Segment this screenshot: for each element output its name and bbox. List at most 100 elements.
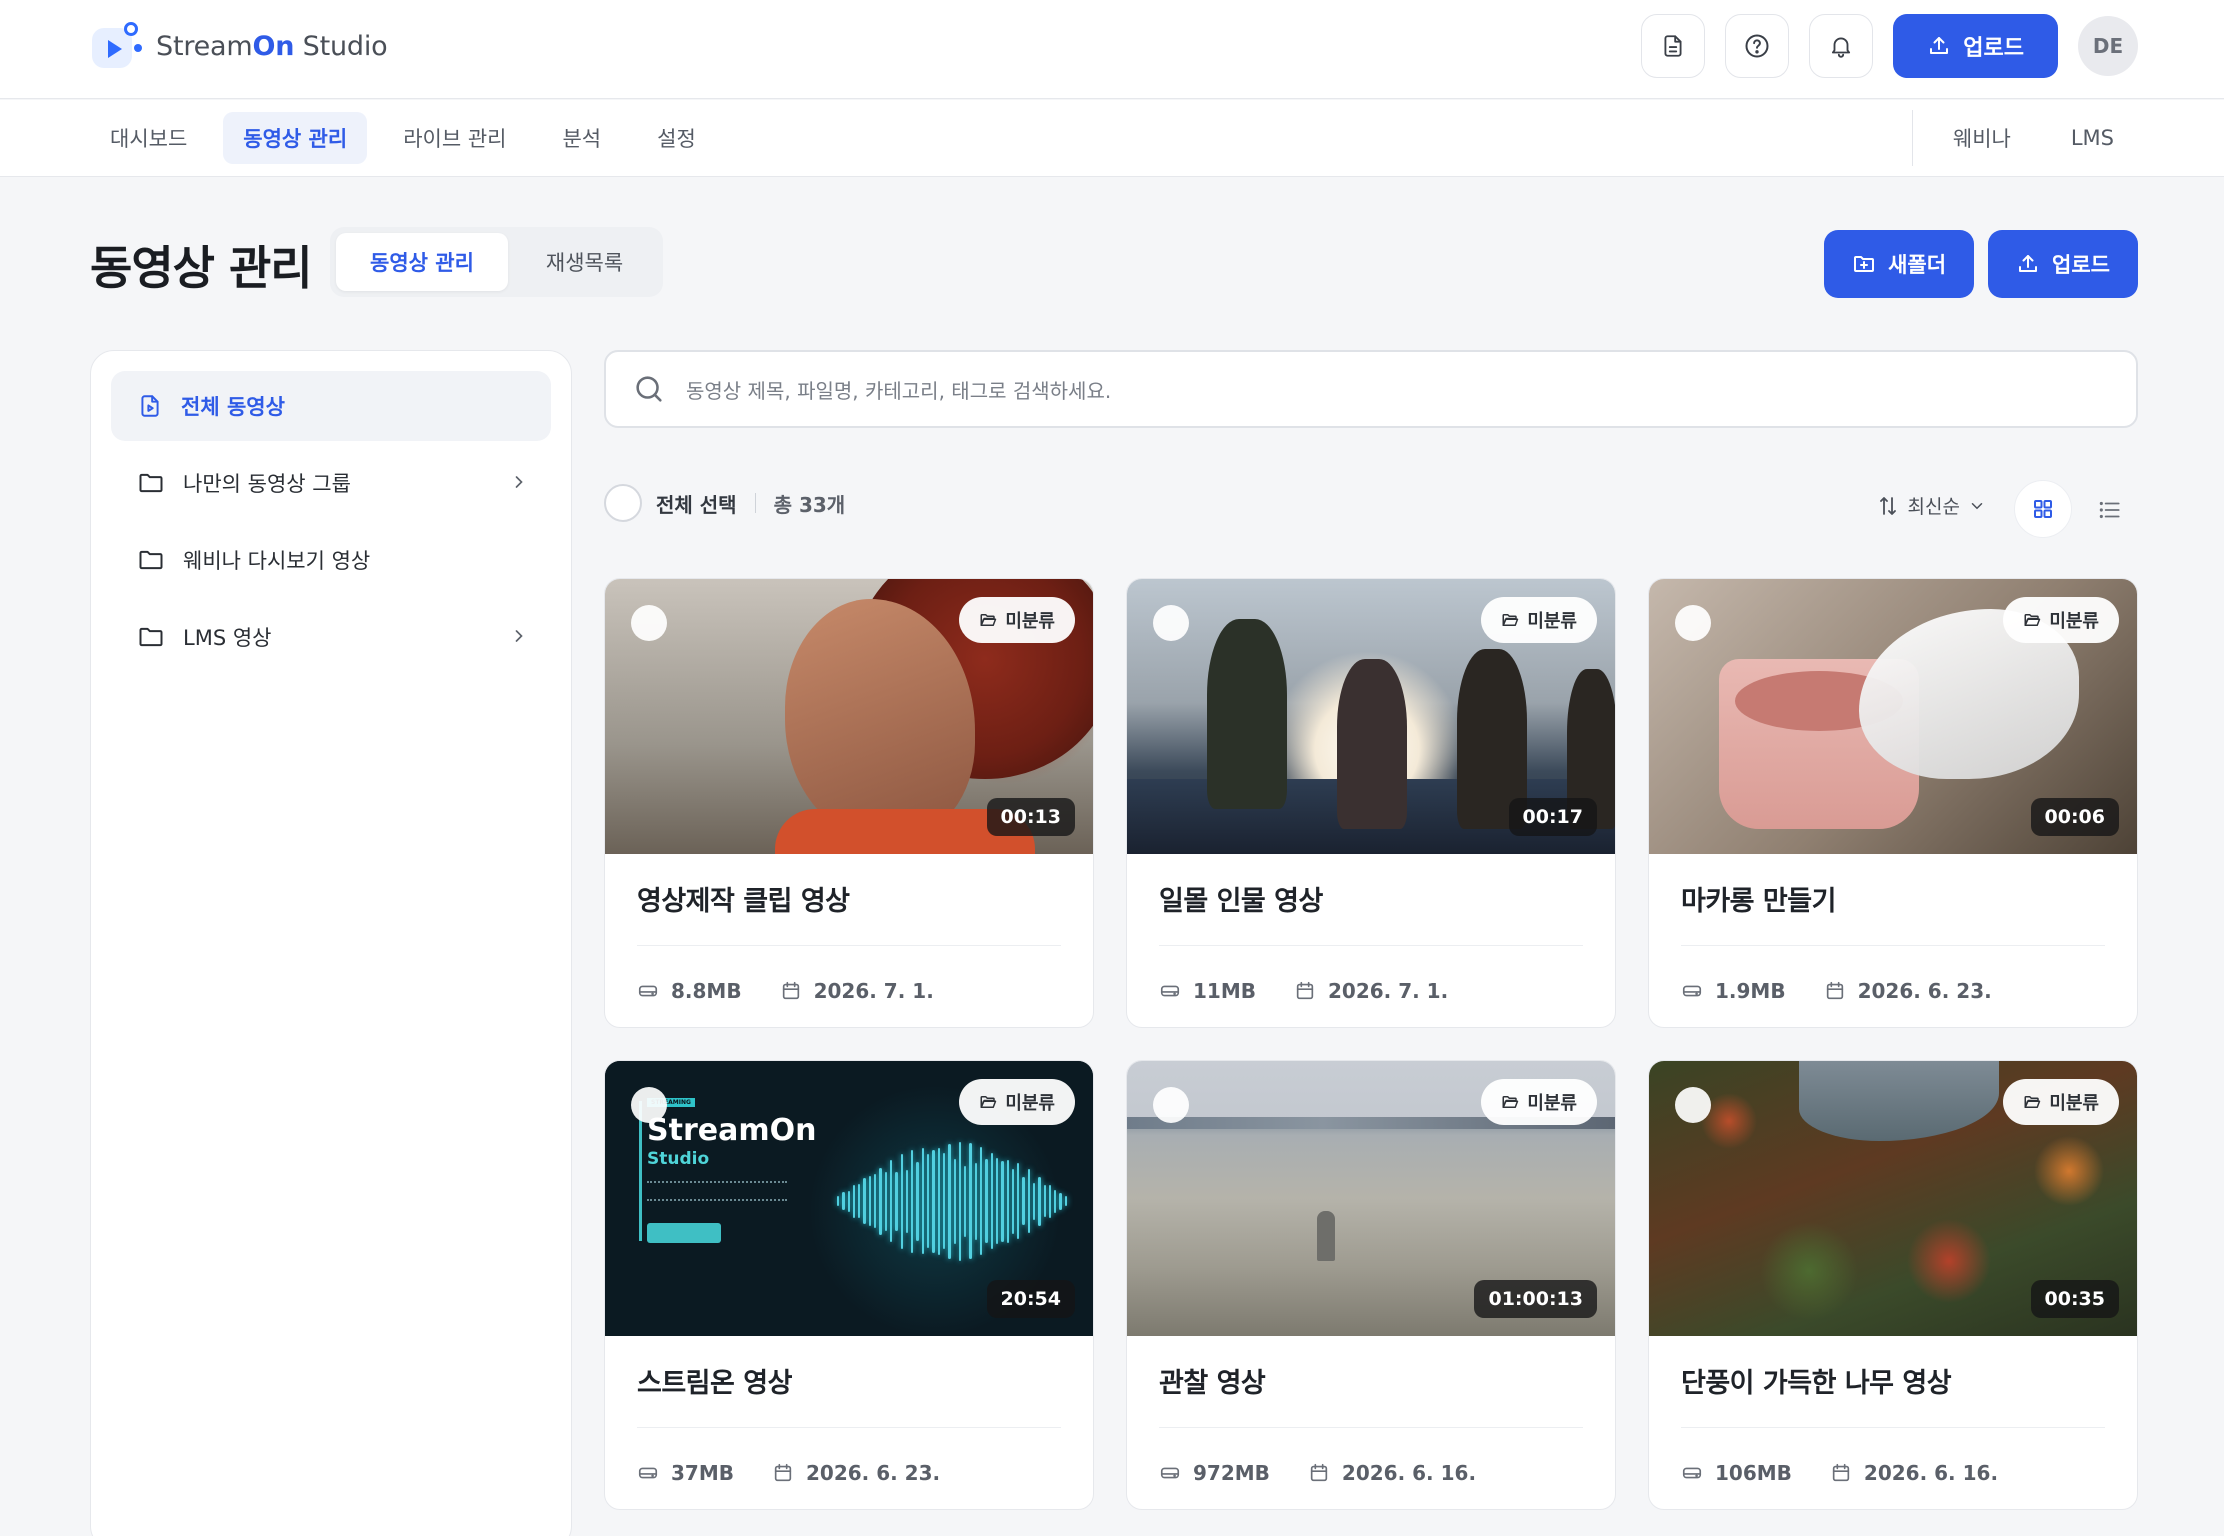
page-title: 동영상 관리	[90, 241, 313, 295]
grid-view-toggle[interactable]	[2014, 480, 2072, 538]
video-card[interactable]: 미분류 00:13 영상제작 클립 영상 8.8MB 2026. 7. 1.	[604, 578, 1094, 1028]
select-all-checkbox[interactable]	[604, 484, 642, 522]
divider	[637, 945, 1061, 946]
storage-icon	[1160, 985, 1180, 997]
user-avatar[interactable]: DE	[2078, 16, 2138, 76]
waveform-bar	[1022, 1177, 1025, 1225]
waveform-bar	[937, 1147, 940, 1255]
video-select-checkbox[interactable]	[1675, 1087, 1711, 1123]
help-button[interactable]	[1725, 14, 1790, 78]
calendar-icon	[782, 981, 799, 1000]
video-select-checkbox[interactable]	[631, 1087, 667, 1123]
video-duration: 01:00:13	[1474, 1280, 1597, 1318]
sidebar-item-lms-videos[interactable]: LMS 영상	[111, 602, 551, 672]
sort-icon	[1879, 496, 1896, 515]
waveform-bar	[921, 1148, 925, 1254]
calendar-icon	[1296, 981, 1314, 1000]
category-badge[interactable]: 미분류	[2003, 597, 2119, 643]
nav-item-video-management[interactable]: 동영상 관리	[223, 112, 368, 164]
waveform-bar	[974, 1162, 978, 1240]
new-folder-button[interactable]: 새폴더	[1824, 230, 1975, 298]
video-select-checkbox[interactable]	[1153, 1087, 1189, 1123]
sidebar-item-webinar-replay[interactable]: 웨비나 다시보기 영상	[111, 525, 551, 595]
list-view-toggle[interactable]	[2090, 490, 2130, 530]
storage-icon	[638, 985, 658, 997]
tab-video-management[interactable]: 동영상 관리	[336, 233, 508, 291]
grid-icon	[2034, 500, 2052, 518]
video-card[interactable]: 미분류 00:17 일몰 인물 영상 11MB 2026. 7. 1.	[1126, 578, 1616, 1028]
waveform-bar	[964, 1165, 967, 1237]
video-date: 2026. 6. 16.	[1863, 1461, 1999, 1485]
search-input[interactable]: 동영상 제목, 파일명, 카테고리, 태그로 검색하세요.	[686, 375, 1111, 404]
sidebar-item-all-videos[interactable]: 전체 동영상	[111, 371, 551, 441]
nav-item-dashboard[interactable]: 대시보드	[90, 112, 207, 164]
nav-item-webinar[interactable]: 웨비나	[1933, 112, 2031, 164]
category-badge[interactable]: 미분류	[959, 1079, 1075, 1125]
video-card[interactable]: 미분류 00:06 마카롱 만들기 1.9MB 2026. 6. 23.	[1648, 578, 2138, 1028]
video-date: 2026. 7. 1.	[1327, 979, 1449, 1003]
notification-button[interactable]	[1809, 14, 1874, 78]
video-card[interactable]: 미분류 00:35 단풍이 가득한 나무 영상 106MB 2026. 6. 1…	[1648, 1060, 2138, 1510]
waveform-bar	[1001, 1160, 1004, 1242]
video-title[interactable]: 관찰 영상	[1159, 1361, 1266, 1400]
calendar-icon	[1832, 1463, 1850, 1482]
sidebar-item-my-groups[interactable]: 나만의 동영상 그룹	[111, 448, 551, 518]
video-thumbnail[interactable]: 미분류 00:17	[1127, 579, 1615, 854]
video-thumbnail[interactable]: 미분류 00:13	[605, 579, 1093, 854]
category-badge[interactable]: 미분류	[959, 597, 1075, 643]
waveform-bar	[1043, 1185, 1046, 1217]
video-title[interactable]: 스트림온 영상	[637, 1361, 792, 1400]
waveform-bar	[863, 1178, 866, 1224]
calendar-icon	[1310, 1463, 1328, 1482]
storage-icon	[638, 1467, 658, 1479]
sort-dropdown[interactable]: 최신순	[1876, 492, 1986, 519]
folder-icon	[139, 550, 163, 570]
video-card[interactable]: STREAMING StreamOn Studio 미분류 20:54 스트림온…	[604, 1060, 1094, 1510]
video-thumbnail[interactable]: 미분류 01:00:13	[1127, 1061, 1615, 1336]
thumbnail-brand: StreamOn	[647, 1113, 817, 1148]
video-size: 972MB	[1193, 1461, 1270, 1485]
waveform-bar	[858, 1184, 861, 1218]
thumbnail-brand-sub: Studio	[647, 1149, 710, 1169]
chevron-right-icon[interactable]	[509, 626, 529, 646]
document-button[interactable]	[1641, 14, 1706, 78]
video-select-checkbox[interactable]	[1675, 605, 1711, 641]
list-icon	[2099, 501, 2120, 519]
search-bar[interactable]: 동영상 제목, 파일명, 카테고리, 태그로 검색하세요.	[604, 350, 2138, 428]
select-all-label[interactable]: 전체 선택	[656, 489, 737, 518]
waveform-bar	[1011, 1168, 1015, 1234]
video-select-checkbox[interactable]	[631, 605, 667, 641]
video-duration: 00:17	[1508, 798, 1597, 836]
category-badge[interactable]: 미분류	[2003, 1079, 2119, 1125]
nav-item-analytics[interactable]: 분석	[542, 112, 621, 164]
tab-playlist[interactable]: 재생목록	[512, 233, 657, 291]
waveform-bar	[969, 1143, 972, 1259]
nav-item-live-management[interactable]: 라이브 관리	[383, 112, 526, 164]
video-thumbnail[interactable]: 미분류 00:06	[1649, 579, 2137, 854]
video-thumbnail[interactable]: STREAMING StreamOn Studio 미분류 20:54	[605, 1061, 1093, 1336]
video-title[interactable]: 단풍이 가득한 나무 영상	[1681, 1361, 1952, 1400]
waveform-bar	[847, 1190, 850, 1212]
upload-button[interactable]: 업로드	[1988, 230, 2138, 298]
video-duration: 00:13	[986, 798, 1075, 836]
video-select-checkbox[interactable]	[1153, 605, 1189, 641]
video-card[interactable]: 미분류 01:00:13 관찰 영상 972MB 2026. 6. 16.	[1126, 1060, 1616, 1510]
waveform-bar	[1017, 1163, 1020, 1239]
video-title[interactable]: 영상제작 클립 영상	[637, 879, 850, 918]
waveform-bar	[980, 1147, 983, 1255]
video-title[interactable]: 마카롱 만들기	[1681, 879, 1836, 918]
waveform-bar	[1054, 1189, 1057, 1213]
nav-item-lms[interactable]: LMS	[2051, 112, 2134, 164]
category-badge[interactable]: 미분류	[1481, 1079, 1597, 1125]
category-badge[interactable]: 미분류	[1481, 597, 1597, 643]
header-upload-button[interactable]: 업로드	[1893, 14, 2058, 78]
logo-play-icon	[90, 22, 144, 70]
chevron-right-icon[interactable]	[509, 472, 529, 492]
video-title[interactable]: 일몰 인물 영상	[1159, 879, 1323, 918]
app-logo[interactable]: StreamOn Studio	[90, 22, 388, 70]
nav-item-settings[interactable]: 설정	[637, 112, 716, 164]
video-duration: 20:54	[986, 1280, 1075, 1318]
waveform-bar	[985, 1159, 988, 1243]
video-thumbnail[interactable]: 미분류 00:35	[1649, 1061, 2137, 1336]
waveform-bar	[1059, 1192, 1062, 1210]
